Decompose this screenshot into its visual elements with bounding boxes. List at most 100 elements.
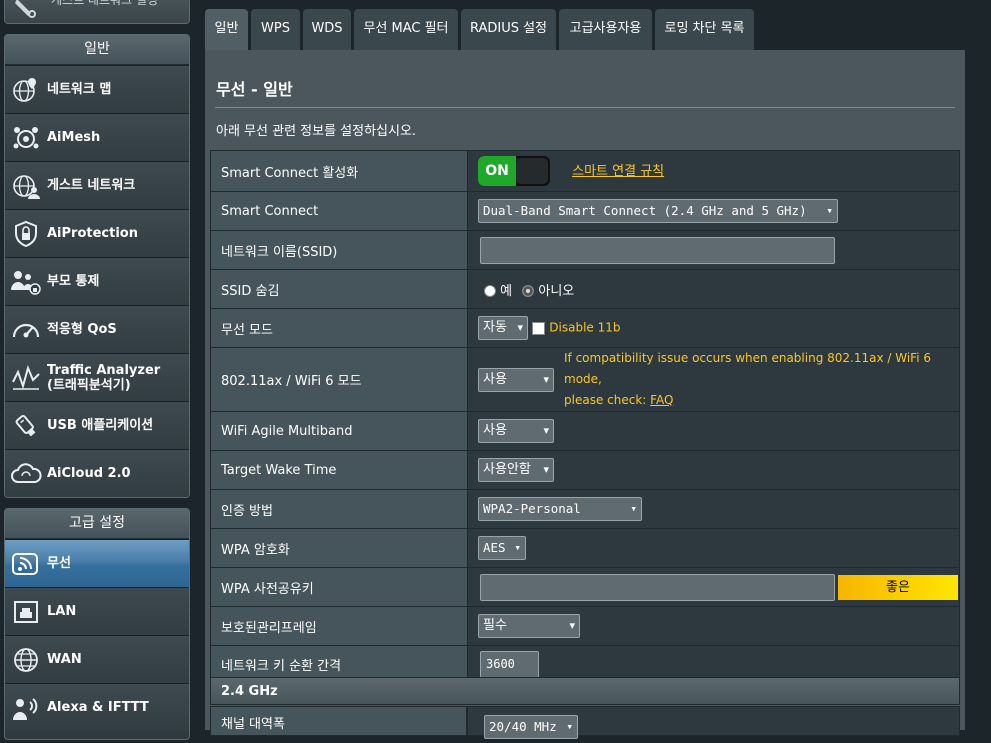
hide-ssid-no-radio[interactable] (522, 285, 535, 297)
table-row: Smart Connect Dual-Band Smart Connect (2… (210, 191, 960, 231)
agile-multiband-select[interactable]: 사용 ▾ (478, 419, 554, 443)
sidebar-item-network-map[interactable]: 네트워크 맵 (5, 65, 189, 113)
parental-control-icon (5, 268, 47, 296)
qos-gauge-icon (5, 317, 47, 343)
smart-connect-toggle[interactable]: ON (478, 156, 550, 186)
sidebar-item-label: Traffic Analyzer (트래픽분석기) (47, 362, 161, 393)
row-label: 채널 대역폭 (210, 706, 467, 736)
pmf-select[interactable]: 필수 ▾ (478, 614, 580, 638)
sidebar-item-adaptive-qos[interactable]: 적응형 QoS (5, 305, 189, 353)
chevron-down-icon: ▾ (543, 424, 549, 437)
chevron-down-icon: ▾ (543, 372, 549, 386)
settings-tool-icon (13, 0, 37, 23)
cloud-icon (5, 462, 47, 486)
sidebar-item-guest-settings[interactable]: 게스트 네트워크 설정 (4, 0, 190, 24)
row-label: 보호된관리프레임 (210, 606, 468, 646)
sidebar-general-header: 일반 (5, 35, 189, 65)
ssid-input[interactable] (480, 236, 835, 264)
sidebar-item-label: Alexa & IFTTT (47, 700, 149, 715)
chevron-down-icon: ▾ (543, 463, 549, 476)
disable-11b-checkbox[interactable] (532, 321, 546, 335)
sidebar-item-usb-application[interactable]: USB 애플리케이션 (5, 401, 189, 449)
sidebar-item-parental-control[interactable]: 부모 통제 (5, 257, 189, 305)
sidebar-item-label: AiMesh (47, 130, 101, 145)
row-label: WPA 암호화 (210, 528, 468, 568)
sidebar-item-aimesh[interactable]: AiMesh (5, 113, 189, 161)
row-label: WPA 사전공유키 (210, 567, 468, 607)
auth-method-select[interactable]: WPA2-Personal ▾ (478, 497, 642, 521)
sidebar-item-alexa-ifttt[interactable]: Alexa & IFTTT (5, 683, 189, 731)
sidebar-item-label: 게스트 네트워크 (47, 178, 136, 193)
chevron-down-icon: ▾ (517, 321, 523, 334)
title-divider (215, 107, 955, 108)
wireless-general-form: Smart Connect 활성화 ON 스마트 연결 규칙 Smart Con… (210, 150, 960, 684)
row-label: SSID 숨김 (210, 269, 468, 309)
sidebar-general-panel: 일반 네트워크 맵 AiMesh 게스트 네트워크 AiProtection 부… (4, 34, 190, 498)
tab-wps[interactable]: WPS (251, 9, 300, 50)
table-row: Target Wake Time 사용안함 ▾ (210, 450, 960, 490)
row-label: WiFi Agile Multiband (210, 411, 468, 451)
chevron-down-icon: ▾ (630, 502, 637, 515)
row-label: 인증 방법 (210, 489, 468, 529)
disable-11b-label: Disable 11b (549, 320, 621, 335)
table-row: 인증 방법 WPA2-Personal ▾ (210, 489, 960, 529)
table-row: WPA 사전공유키 좋은 (210, 567, 960, 607)
key-rotation-input[interactable]: 3600 (480, 651, 539, 678)
channel-bandwidth-select[interactable]: 20/40 MHz ▾ (484, 715, 578, 739)
wan-globe-icon (5, 646, 47, 674)
sidebar-item-aiprotection[interactable]: AiProtection (5, 209, 189, 257)
tab-wds[interactable]: WDS (303, 9, 351, 50)
sidebar-item-label: 적응형 QoS (47, 322, 117, 337)
tab-roaming-block-list[interactable]: 로밍 차단 목록 (655, 9, 754, 50)
tab-radius[interactable]: RADIUS 설정 (461, 9, 556, 50)
sidebar-item-traffic-analyzer[interactable]: Traffic Analyzer (트래픽분석기) (5, 353, 189, 401)
sidebar-item-wireless[interactable]: 무선 (5, 539, 189, 587)
sidebar-item-label: AiProtection (47, 226, 138, 241)
sidebar-item-label: 게스트 네트워크 설정 (51, 0, 158, 7)
section-header-2-4ghz: 2.4 GHz (210, 677, 960, 705)
sidebar-item-lan[interactable]: LAN (5, 587, 189, 635)
table-row: Smart Connect 활성화 ON 스마트 연결 규칙 (210, 150, 960, 192)
target-wake-time-select[interactable]: 사용안함 ▾ (478, 458, 554, 482)
tab-professional[interactable]: 고급사용자용 (559, 9, 652, 50)
sidebar-advanced-panel: 고급 설정 무선 LAN WAN Alexa & IFTTT (4, 508, 190, 740)
page-title: 무선 - 일반 (216, 80, 293, 99)
sidebar-item-wan[interactable]: WAN (5, 635, 189, 683)
tab-mac-filter[interactable]: 무선 MAC 필터 (354, 9, 458, 50)
sidebar-item-label: LAN (47, 604, 77, 619)
sidebar-advanced-header: 고급 설정 (5, 509, 189, 539)
sidebar-item-label: WAN (47, 652, 82, 667)
toggle-knob (516, 158, 548, 184)
sidebar-item-label: 부모 통제 (47, 274, 100, 289)
radio-label: 예 (500, 283, 513, 299)
wireless-icon (5, 550, 47, 578)
chevron-down-icon: ▾ (514, 541, 521, 554)
sidebar-item-label: 네트워크 맵 (47, 82, 112, 97)
main-panel: 무선 - 일반 아래 무선 관련 정보를 설정하십시오. Smart Conne… (205, 50, 965, 739)
wpa-encryption-select[interactable]: AES ▾ (478, 536, 526, 560)
wpa-psk-input[interactable] (480, 573, 835, 601)
smart-connect-rule-link[interactable]: 스마트 연결 규칙 (572, 164, 664, 179)
table-row: 네트워크 이름(SSID) (210, 230, 960, 270)
sidebar-item-label: AiCloud 2.0 (47, 466, 131, 481)
table-row: 채널 대역폭 20/40 MHz ▾ (210, 706, 960, 739)
scroll-track (965, 50, 991, 730)
sidebar-item-guest-network[interactable]: 게스트 네트워크 (5, 161, 189, 209)
wireless-mode-select[interactable]: 자동 ▾ (478, 316, 528, 340)
ax-mode-select[interactable]: 사용 ▾ (478, 367, 554, 392)
hide-ssid-yes-radio[interactable] (484, 285, 496, 297)
guest-network-icon (5, 172, 47, 200)
table-row: 무선 모드 자동 ▾ Disable 11b (210, 308, 960, 348)
alexa-icon (5, 694, 47, 722)
shield-icon (5, 220, 47, 248)
sidebar-item-aicloud[interactable]: AiCloud 2.0 (5, 449, 189, 497)
password-strength-indicator: 좋은 (838, 574, 958, 600)
usb-icon (5, 412, 47, 440)
faq-link[interactable]: FAQ (650, 393, 673, 407)
network-map-icon (5, 76, 47, 104)
sidebar-item-label: USB 애플리케이션 (47, 418, 154, 433)
tab-general[interactable]: 일반 (205, 9, 248, 50)
page-description: 아래 무선 관련 정보를 설정하십시오. (216, 124, 417, 139)
chevron-down-icon: ▾ (826, 204, 833, 217)
smart-connect-select[interactable]: Dual-Band Smart Connect (2.4 GHz and 5 G… (478, 199, 838, 223)
